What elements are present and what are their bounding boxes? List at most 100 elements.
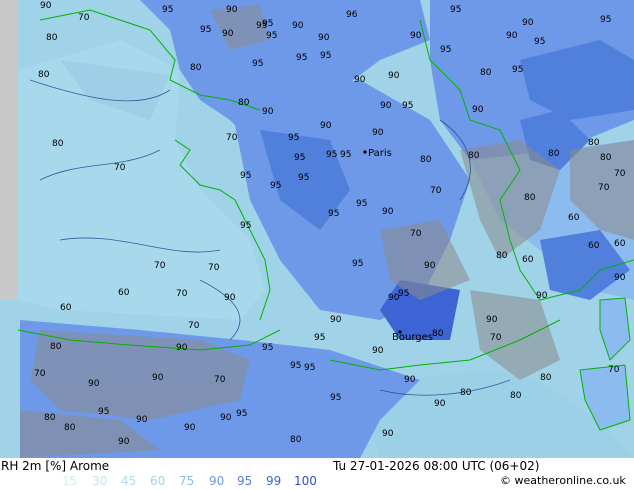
contour-label: 70	[34, 369, 46, 379]
contour-label: 90	[224, 293, 236, 303]
contour-label: 95	[330, 393, 341, 403]
contour-label: 90	[372, 346, 384, 356]
contour-label: 80	[548, 149, 560, 159]
contour-label: 70	[226, 133, 238, 143]
contour-label: 70	[78, 13, 90, 23]
valid-datetime: Tu 27-01-2026 08:00 UTC (06+02)	[333, 459, 540, 473]
contour-label: 95	[256, 21, 267, 31]
contour-label: 95	[440, 45, 451, 55]
legend-item: 100	[294, 474, 317, 488]
contour-label: 80	[38, 70, 50, 80]
contour-label: 95	[356, 199, 367, 209]
map-title: RH 2m [%] Arome	[1, 459, 110, 473]
contour-label: 70	[188, 321, 200, 331]
contour-label: 95	[200, 25, 211, 35]
contour-label: 80	[432, 329, 444, 339]
contour-label: 70	[598, 183, 610, 193]
contour-label: 60	[568, 213, 580, 223]
legend-item: 99	[266, 474, 282, 488]
contour-label: 70	[410, 229, 422, 239]
contour-label: 80	[46, 33, 58, 43]
city-label-bourges: Bourges	[392, 332, 433, 343]
contour-label: 95	[450, 5, 461, 15]
contour-label: 80	[496, 251, 508, 261]
contour-label: 90	[88, 379, 100, 389]
contour-label: 80	[540, 373, 552, 383]
contour-label: 60	[118, 288, 130, 298]
contour-label: 96	[346, 10, 358, 20]
contour-label: 90	[354, 75, 366, 85]
legend-item: 90	[209, 474, 225, 488]
contour-label: 95	[402, 101, 413, 111]
contour-label: 90	[262, 107, 274, 117]
contour-label: 90	[226, 5, 238, 15]
contour-label: 90	[318, 33, 330, 43]
contour-label: 70	[154, 261, 166, 271]
contour-label: 95	[98, 407, 109, 417]
contour-label: 95	[314, 333, 325, 343]
contour-label: 80	[64, 423, 76, 433]
contour-label: 95	[290, 361, 301, 371]
contour-label: 95	[298, 173, 309, 183]
contour-label: 90	[176, 343, 188, 353]
contour-label: 95	[294, 153, 305, 163]
contour-label: 95	[352, 259, 363, 269]
contour-label: 80	[588, 138, 600, 148]
contour-label: 90	[330, 315, 342, 325]
contour-label: 90	[614, 273, 626, 283]
contour-label: 70	[214, 375, 226, 385]
legend-item: 45	[121, 474, 137, 488]
contour-label: 80	[50, 342, 62, 352]
contour-label: 95	[270, 181, 281, 191]
contour-label: 70	[114, 163, 126, 173]
out-of-domain-frame	[0, 0, 18, 300]
contour-label: 95	[328, 209, 339, 219]
legend-item: 75	[179, 474, 195, 488]
contour-label: 80	[600, 153, 612, 163]
contour-label: 90	[184, 423, 196, 433]
contour-label: 60	[60, 303, 72, 313]
contour-label: 80	[460, 388, 472, 398]
contour-label: 90	[40, 1, 52, 11]
contour-label: 95	[162, 5, 173, 15]
contour-label: 80	[190, 63, 202, 73]
contour-label: 90	[222, 29, 234, 39]
contour-label: 95	[240, 171, 251, 181]
legend-item: 15	[62, 474, 78, 488]
contour-label: 80	[510, 391, 522, 401]
contour-label: 95	[296, 53, 307, 63]
contour-label: 60	[588, 241, 600, 251]
contour-label: 90	[434, 399, 446, 409]
contour-label: 95	[326, 150, 337, 160]
contour-label: 90	[388, 71, 400, 81]
contour-label: 80	[52, 139, 64, 149]
copyright: © weatheronline.co.uk	[500, 474, 626, 487]
legend-item: 95	[237, 474, 253, 488]
contour-label: 90	[506, 31, 518, 41]
contour-label: 95	[236, 409, 247, 419]
legend-item: 60	[150, 474, 166, 488]
contour-label: 95	[288, 133, 299, 143]
contour-label: 80	[44, 413, 56, 423]
contour-label: 70	[490, 333, 502, 343]
contour-label: 95	[240, 221, 251, 231]
contour-label: 95	[320, 51, 331, 61]
contour-label: 95	[266, 31, 277, 41]
contour-label: 90	[486, 315, 498, 325]
contour-label: 80	[468, 151, 480, 161]
contour-label: 90	[136, 415, 148, 425]
contour-label: 95	[340, 150, 351, 160]
contour-label: 90	[410, 31, 422, 41]
contour-label: 95	[600, 15, 611, 25]
contour-label: 95	[534, 37, 545, 47]
contour-label: 95	[398, 289, 409, 299]
contour-label: 80	[524, 193, 536, 203]
city-marker-paris	[363, 150, 367, 154]
contour-label: 90	[118, 437, 130, 447]
contour-label: 90	[380, 101, 392, 111]
contour-label: 95	[262, 343, 273, 353]
contour-label: 95	[304, 363, 315, 373]
contour-label: 90	[152, 373, 164, 383]
contour-label: 90	[320, 121, 332, 131]
contour-label: 95	[512, 65, 523, 75]
